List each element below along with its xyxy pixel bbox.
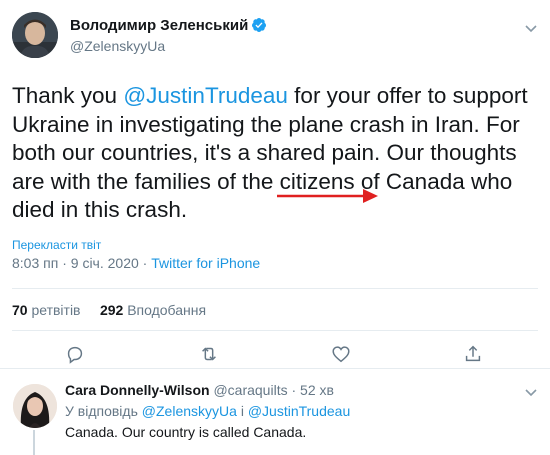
reply-author-handle[interactable]: @caraquilts	[213, 382, 287, 398]
likes-count: 292	[99, 302, 124, 318]
reply-time[interactable]: 52 хв	[300, 382, 334, 398]
retweets-label: ретвітів	[31, 302, 81, 318]
reply-tweet[interactable]: Cara Donnelly-Wilson @caraquilts · 52 хв…	[0, 370, 550, 455]
tweet-time[interactable]: 8:03 пп	[12, 255, 58, 271]
replying-to-mention[interactable]: @JustinTrudeau	[248, 403, 350, 419]
author-name-text: Володимир Зеленський	[70, 17, 249, 34]
translate-tweet-link[interactable]: Перекласти твіт	[12, 238, 101, 252]
reply-author-avatar[interactable]	[13, 384, 57, 428]
reply-icon[interactable]	[64, 343, 86, 365]
divider	[12, 330, 538, 331]
retweets-count: 70	[12, 302, 28, 318]
replying-to-joiner: і	[240, 403, 244, 419]
mention-link[interactable]: @JustinTrudeau	[123, 83, 288, 108]
tweet-meta: 8:03 пп · 9 січ. 2020 · Twitter for iPho…	[12, 255, 260, 271]
likes-label: Вподобання	[127, 302, 207, 318]
thread-line	[33, 430, 35, 455]
reply-author-name[interactable]: Cara Donnelly-Wilson	[65, 382, 210, 398]
replying-to-prefix: У відповідь	[65, 403, 138, 419]
reply-header: Cara Donnelly-Wilson @caraquilts · 52 хв	[65, 382, 334, 398]
retweet-icon[interactable]	[198, 343, 220, 365]
replying-to: У відповідь @ZelenskyyUa і @JustinTrudea…	[65, 403, 350, 419]
chevron-down-icon[interactable]	[523, 384, 539, 400]
tweet-stats: 70 ретвітів 292 Вподобання	[12, 302, 206, 318]
tweet-actions	[0, 340, 550, 370]
retweets-stat[interactable]: 70 ретвітів	[12, 302, 81, 318]
author-avatar[interactable]	[12, 12, 58, 58]
tweet-text-part1: Thank you	[12, 83, 124, 108]
red-arrow-annotation	[277, 189, 378, 203]
divider	[0, 368, 550, 369]
reply-text: Canada. Our country is called Canada.	[65, 424, 307, 440]
author-avatar-image	[12, 12, 58, 58]
tweet-client-link[interactable]: Twitter for iPhone	[151, 255, 260, 271]
reply-time-separator: ·	[291, 382, 297, 398]
reply-avatar-image	[13, 384, 57, 428]
likes-stat[interactable]: 292 Вподобання	[100, 302, 206, 318]
meta-separator: ·	[62, 255, 67, 271]
divider	[12, 288, 538, 289]
chevron-down-icon[interactable]	[523, 20, 539, 36]
meta-separator: ·	[142, 255, 148, 271]
author-name[interactable]: Володимир Зеленський	[70, 17, 267, 34]
verified-badge-icon	[252, 18, 267, 32]
share-icon[interactable]	[462, 343, 484, 365]
tweet-date[interactable]: 9 січ. 2020	[71, 255, 139, 271]
replying-to-mention[interactable]: @ZelenskyyUa	[142, 403, 237, 419]
author-handle[interactable]: @ZelenskyyUa	[70, 38, 165, 54]
like-icon[interactable]	[330, 343, 352, 365]
